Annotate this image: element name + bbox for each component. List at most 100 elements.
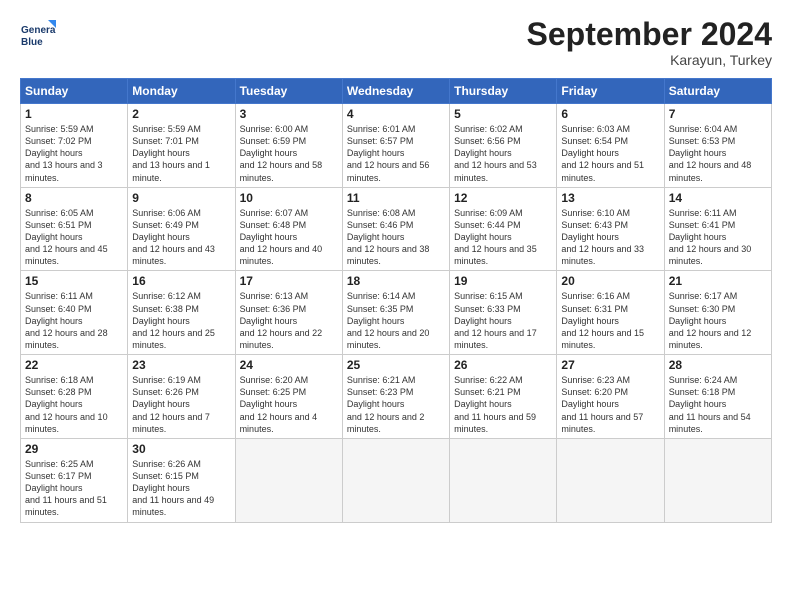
weekday-header-thursday: Thursday [450,79,557,104]
day-number: 16 [132,274,230,288]
day-number: 20 [561,274,659,288]
calendar-cell: 19 Sunrise: 6:15 AM Sunset: 6:33 PM Dayl… [450,271,557,355]
calendar-cell: 16 Sunrise: 6:12 AM Sunset: 6:38 PM Dayl… [128,271,235,355]
day-number: 11 [347,191,445,205]
calendar-cell: 26 Sunrise: 6:22 AM Sunset: 6:21 PM Dayl… [450,355,557,439]
logo: General Blue [20,18,56,54]
logo-svg: General Blue [20,18,56,54]
day-info: Sunrise: 6:17 AM Sunset: 6:30 PM Dayligh… [669,290,767,351]
day-info: Sunrise: 6:04 AM Sunset: 6:53 PM Dayligh… [669,123,767,184]
day-number: 1 [25,107,123,121]
day-info: Sunrise: 6:26 AM Sunset: 6:15 PM Dayligh… [132,458,230,519]
day-info: Sunrise: 6:11 AM Sunset: 6:41 PM Dayligh… [669,207,767,268]
day-number: 9 [132,191,230,205]
day-number: 7 [669,107,767,121]
weekday-header-wednesday: Wednesday [342,79,449,104]
svg-text:Blue: Blue [21,37,43,48]
calendar-cell: 25 Sunrise: 6:21 AM Sunset: 6:23 PM Dayl… [342,355,449,439]
day-info: Sunrise: 6:18 AM Sunset: 6:28 PM Dayligh… [25,374,123,435]
day-info: Sunrise: 6:11 AM Sunset: 6:40 PM Dayligh… [25,290,123,351]
day-number: 13 [561,191,659,205]
calendar-cell: 7 Sunrise: 6:04 AM Sunset: 6:53 PM Dayli… [664,104,771,188]
day-info: Sunrise: 6:15 AM Sunset: 6:33 PM Dayligh… [454,290,552,351]
weekday-header-monday: Monday [128,79,235,104]
day-info: Sunrise: 6:00 AM Sunset: 6:59 PM Dayligh… [240,123,338,184]
day-info: Sunrise: 6:13 AM Sunset: 6:36 PM Dayligh… [240,290,338,351]
day-info: Sunrise: 6:03 AM Sunset: 6:54 PM Dayligh… [561,123,659,184]
week-row-2: 8 Sunrise: 6:05 AM Sunset: 6:51 PM Dayli… [21,187,772,271]
day-number: 18 [347,274,445,288]
day-number: 15 [25,274,123,288]
day-number: 3 [240,107,338,121]
day-number: 30 [132,442,230,456]
calendar-cell [450,438,557,522]
calendar-cell: 15 Sunrise: 6:11 AM Sunset: 6:40 PM Dayl… [21,271,128,355]
calendar-cell: 13 Sunrise: 6:10 AM Sunset: 6:43 PM Dayl… [557,187,664,271]
day-info: Sunrise: 6:06 AM Sunset: 6:49 PM Dayligh… [132,207,230,268]
day-number: 8 [25,191,123,205]
day-number: 22 [25,358,123,372]
day-info: Sunrise: 6:08 AM Sunset: 6:46 PM Dayligh… [347,207,445,268]
calendar-cell: 4 Sunrise: 6:01 AM Sunset: 6:57 PM Dayli… [342,104,449,188]
week-row-1: 1 Sunrise: 5:59 AM Sunset: 7:02 PM Dayli… [21,104,772,188]
calendar-cell: 22 Sunrise: 6:18 AM Sunset: 6:28 PM Dayl… [21,355,128,439]
weekday-header-row: SundayMondayTuesdayWednesdayThursdayFrid… [21,79,772,104]
day-info: Sunrise: 6:22 AM Sunset: 6:21 PM Dayligh… [454,374,552,435]
day-info: Sunrise: 6:02 AM Sunset: 6:56 PM Dayligh… [454,123,552,184]
day-number: 26 [454,358,552,372]
day-info: Sunrise: 6:23 AM Sunset: 6:20 PM Dayligh… [561,374,659,435]
day-number: 21 [669,274,767,288]
day-number: 24 [240,358,338,372]
day-info: Sunrise: 6:20 AM Sunset: 6:25 PM Dayligh… [240,374,338,435]
day-info: Sunrise: 5:59 AM Sunset: 7:01 PM Dayligh… [132,123,230,184]
calendar-cell: 9 Sunrise: 6:06 AM Sunset: 6:49 PM Dayli… [128,187,235,271]
calendar-cell: 11 Sunrise: 6:08 AM Sunset: 6:46 PM Dayl… [342,187,449,271]
calendar-cell [342,438,449,522]
day-number: 28 [669,358,767,372]
calendar-cell: 1 Sunrise: 5:59 AM Sunset: 7:02 PM Dayli… [21,104,128,188]
weekday-header-sunday: Sunday [21,79,128,104]
day-info: Sunrise: 6:05 AM Sunset: 6:51 PM Dayligh… [25,207,123,268]
day-number: 25 [347,358,445,372]
calendar-cell: 14 Sunrise: 6:11 AM Sunset: 6:41 PM Dayl… [664,187,771,271]
calendar-cell [557,438,664,522]
calendar-cell: 6 Sunrise: 6:03 AM Sunset: 6:54 PM Dayli… [557,104,664,188]
day-info: Sunrise: 6:07 AM Sunset: 6:48 PM Dayligh… [240,207,338,268]
calendar-cell: 30 Sunrise: 6:26 AM Sunset: 6:15 PM Dayl… [128,438,235,522]
day-info: Sunrise: 6:09 AM Sunset: 6:44 PM Dayligh… [454,207,552,268]
day-info: Sunrise: 6:16 AM Sunset: 6:31 PM Dayligh… [561,290,659,351]
week-row-5: 29 Sunrise: 6:25 AM Sunset: 6:17 PM Dayl… [21,438,772,522]
header: General Blue September 2024 Karayun, Tur… [20,18,772,68]
day-number: 27 [561,358,659,372]
calendar-cell: 20 Sunrise: 6:16 AM Sunset: 6:31 PM Dayl… [557,271,664,355]
calendar-table: SundayMondayTuesdayWednesdayThursdayFrid… [20,78,772,523]
calendar-cell: 29 Sunrise: 6:25 AM Sunset: 6:17 PM Dayl… [21,438,128,522]
day-info: Sunrise: 6:21 AM Sunset: 6:23 PM Dayligh… [347,374,445,435]
day-info: Sunrise: 6:01 AM Sunset: 6:57 PM Dayligh… [347,123,445,184]
weekday-header-saturday: Saturday [664,79,771,104]
weekday-header-tuesday: Tuesday [235,79,342,104]
calendar-cell: 3 Sunrise: 6:00 AM Sunset: 6:59 PM Dayli… [235,104,342,188]
day-info: Sunrise: 6:19 AM Sunset: 6:26 PM Dayligh… [132,374,230,435]
day-number: 5 [454,107,552,121]
calendar-cell: 24 Sunrise: 6:20 AM Sunset: 6:25 PM Dayl… [235,355,342,439]
day-info: Sunrise: 6:25 AM Sunset: 6:17 PM Dayligh… [25,458,123,519]
week-row-4: 22 Sunrise: 6:18 AM Sunset: 6:28 PM Dayl… [21,355,772,439]
calendar-cell [664,438,771,522]
day-number: 29 [25,442,123,456]
calendar-cell: 2 Sunrise: 5:59 AM Sunset: 7:01 PM Dayli… [128,104,235,188]
calendar-cell: 28 Sunrise: 6:24 AM Sunset: 6:18 PM Dayl… [664,355,771,439]
location: Karayun, Turkey [527,52,772,68]
week-row-3: 15 Sunrise: 6:11 AM Sunset: 6:40 PM Dayl… [21,271,772,355]
day-number: 12 [454,191,552,205]
day-info: Sunrise: 6:24 AM Sunset: 6:18 PM Dayligh… [669,374,767,435]
weekday-header-friday: Friday [557,79,664,104]
day-number: 17 [240,274,338,288]
day-info: Sunrise: 6:10 AM Sunset: 6:43 PM Dayligh… [561,207,659,268]
day-number: 19 [454,274,552,288]
calendar-cell [235,438,342,522]
day-info: Sunrise: 6:14 AM Sunset: 6:35 PM Dayligh… [347,290,445,351]
calendar-cell: 12 Sunrise: 6:09 AM Sunset: 6:44 PM Dayl… [450,187,557,271]
calendar-cell: 21 Sunrise: 6:17 AM Sunset: 6:30 PM Dayl… [664,271,771,355]
title-area: September 2024 Karayun, Turkey [527,18,772,68]
